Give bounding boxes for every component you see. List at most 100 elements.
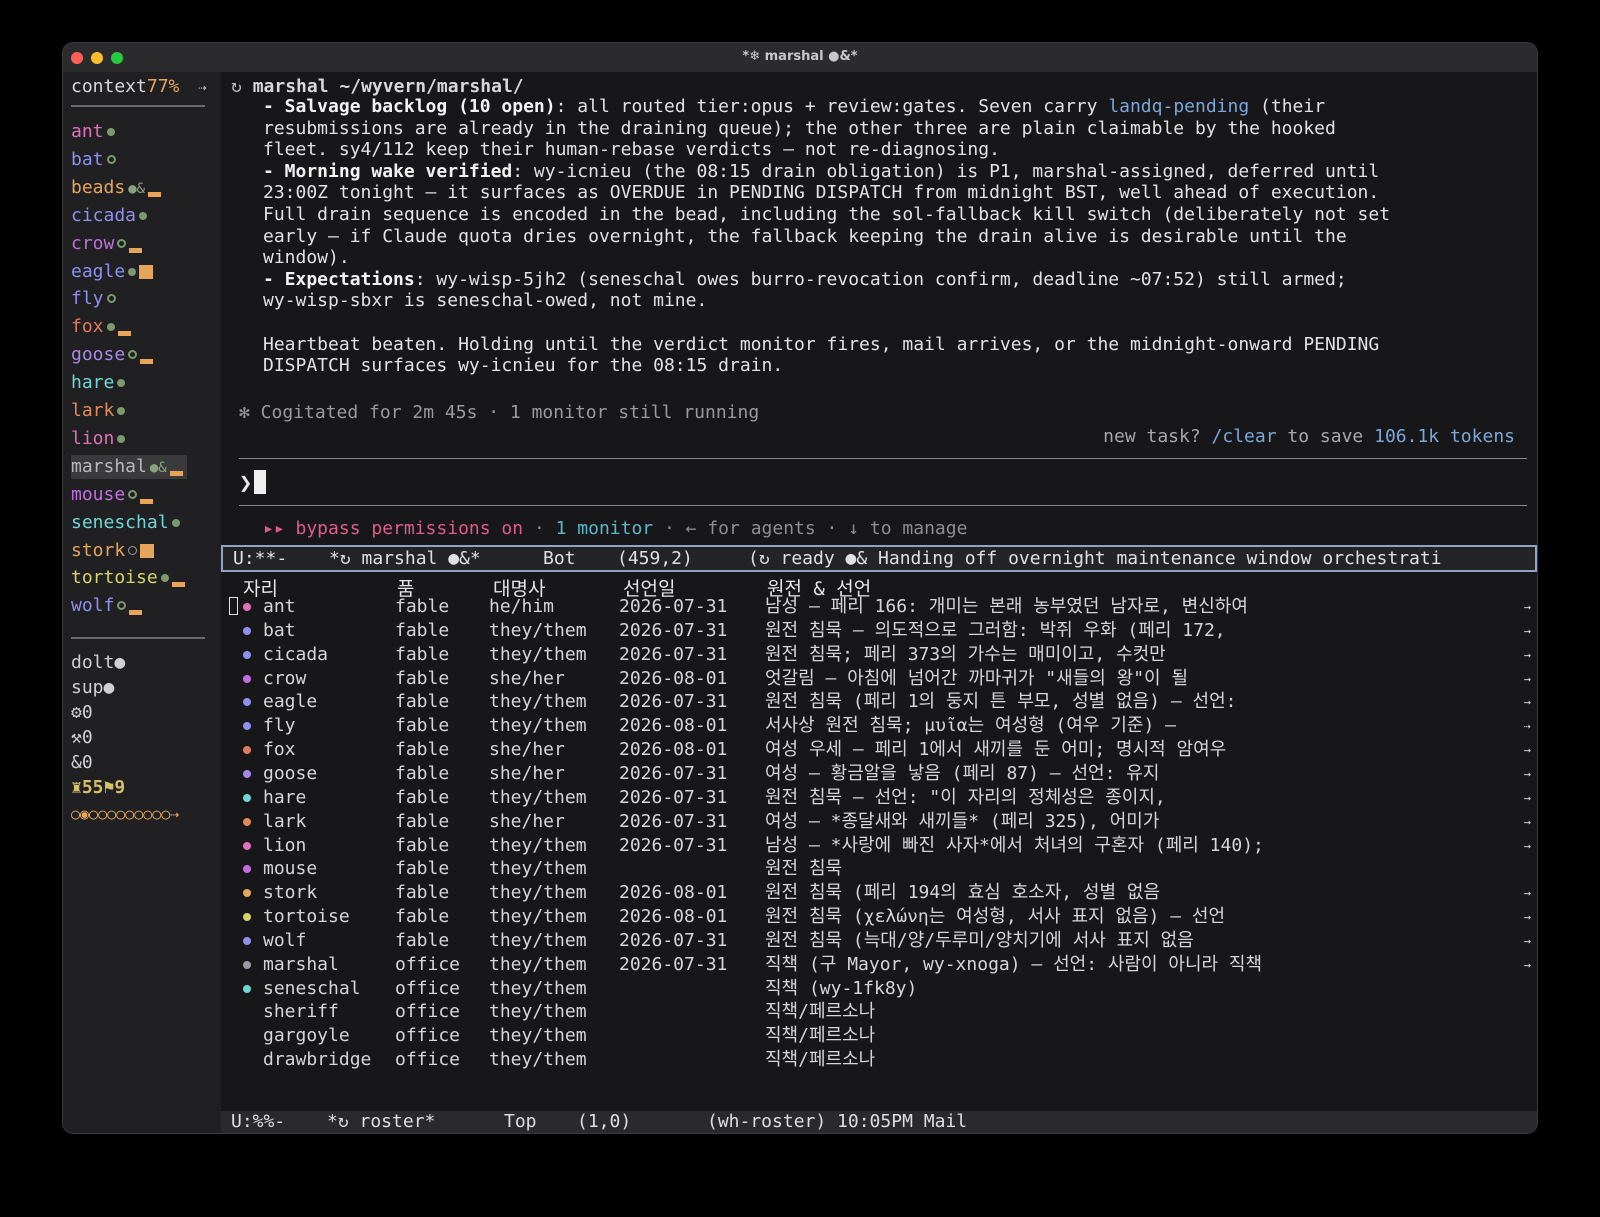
utility-item[interactable]: ⚙0 [71, 702, 93, 723]
monitor-count[interactable]: 1 monitor [556, 518, 654, 539]
seat-date: 2026-07-31 [619, 596, 728, 617]
seat-pronoun: they/them [489, 834, 587, 856]
agent-name: seneschal [71, 511, 169, 533]
bullet-text: : wy-wisp-5jh2 (seneschal owes burro-rev… [263, 268, 1347, 312]
sidebar-agent-beads[interactable]: beads ●& [71, 176, 162, 200]
clear-command[interactable]: /clear [1212, 426, 1277, 447]
seat-source-note: 원전 침묵 (늑대/양/두루미/양치기에 서사 표지 없음 [765, 929, 1194, 951]
seat-pronoun: they/them [489, 882, 587, 904]
bottom-buffer[interactable]: *↻ roster* [327, 1111, 435, 1133]
agent-name: mouse [71, 483, 126, 505]
sidebar-agent-fox[interactable]: fox [71, 315, 131, 339]
sidebar-agent-ant[interactable]: ant [71, 120, 115, 144]
utility-item[interactable]: ⚒0 [71, 727, 93, 748]
truncation-arrow-icon: → [1523, 814, 1531, 829]
seat-kind: fable [395, 786, 450, 808]
roster-row[interactable]: cicada fable they/them 2026-07-31 원전 침묵; 페리 … [221, 643, 1537, 667]
seat-date: 2026-07-31 [619, 786, 728, 808]
seat-kind: fable [395, 906, 450, 928]
keyboard-hints: · ← for agents · ↓ to manage [653, 518, 968, 539]
roster-row[interactable]: seneschal office they/them 직책 (wy-1fk8y) [221, 977, 1537, 1001]
modeline-buffer[interactable]: *↻ marshal ●&* [329, 547, 481, 570]
prompt-input[interactable]: ❯ [239, 470, 267, 496]
roster-row[interactable]: drawbridge office they/them 직책/페르소나 [221, 1048, 1537, 1072]
roster-row[interactable]: lark fable she/her 2026-07-31 여성 — *종달새와 새끼들… [221, 810, 1537, 834]
seat-source-note: 원전 침묵 [765, 858, 843, 880]
sidebar-agent-crow[interactable]: crow [71, 232, 143, 256]
sidebar-agent-lark[interactable]: lark [71, 399, 126, 423]
seat-date: 2026-07-31 [619, 834, 728, 856]
seat-name: cicada [263, 643, 329, 665]
seat-status-dot-icon [243, 674, 251, 683]
seat-date: 2026-07-31 [619, 762, 728, 784]
seat-kind: fable [395, 667, 450, 689]
roster-row[interactable]: mouse fable they/them 원전 침묵 [221, 857, 1537, 881]
sidebar-agent-marshal[interactable]: marshal ●& [71, 454, 187, 479]
sidebar-agent-mouse[interactable]: mouse [71, 483, 154, 507]
sidebar-agent-eagle[interactable]: eagle [71, 260, 154, 284]
roster-row[interactable]: bat fable they/them 2026-07-31 원전 침묵 — 의도적으로… [221, 619, 1537, 643]
sidebar-agent-lion[interactable]: lion [71, 427, 126, 451]
seat-source-note: 원전 침묵 (χελώνη는 여성형, 서사 표지 없음) — 선언 [765, 906, 1226, 928]
seat-date: 2026-07-31 [619, 929, 728, 951]
new-task-mid: to save [1276, 426, 1375, 447]
busy-mark-icon: ●& [149, 459, 167, 476]
utility-item[interactable]: dolt● [71, 652, 125, 673]
roster-row[interactable]: marshal office they/them 2026-07-31 직책 (구 Ma… [221, 953, 1537, 977]
sidebar-agent-fly[interactable]: fly [71, 287, 116, 311]
status-ring-icon [128, 545, 138, 555]
roster-row[interactable]: lion fable they/them 2026-07-31 남성 — *사랑에 빠진… [221, 834, 1537, 858]
sidebar-agent-tortoise[interactable]: tortoise [71, 566, 185, 590]
roster-row[interactable]: gargoyle office they/them 직책/페르소나 [221, 1024, 1537, 1048]
utility-item[interactable]: sup● [71, 677, 114, 698]
truncation-arrow-icon: → [1523, 695, 1531, 710]
truncation-arrow-icon: → [1523, 910, 1531, 925]
seat-name: stork [263, 882, 318, 904]
sidebar-agent-goose[interactable]: goose [71, 343, 154, 367]
roster-row[interactable]: crow fable she/her 2026-08-01 엇갈림 — 아침에 넘어간 … [221, 667, 1537, 691]
roster-row[interactable]: stork fable they/them 2026-08-01 원전 침묵 (페리 1… [221, 881, 1537, 905]
seat-name: drawbridge [263, 1049, 372, 1071]
sidebar-agent-stork[interactable]: stork [71, 539, 155, 563]
context-percent: 77% [146, 76, 180, 97]
busy-mark-icon: ●& [128, 180, 146, 197]
bullet-heading: - Salvage backlog (10 open) [263, 96, 556, 117]
roster-row[interactable]: fox fable she/her 2026-08-01 여성 우세 — 페리 1에서 … [221, 738, 1537, 762]
agent-name: wolf [71, 595, 115, 617]
cogitated-status: ✻ Cogitated for 2m 45s · 1 monitor still… [239, 402, 760, 423]
roster-row[interactable]: eagle fable they/them 2026-07-31 원전 침묵 (페리 1… [221, 690, 1537, 714]
seat-date: 2026-08-01 [619, 667, 728, 689]
rook-flag-counter: ♜55⚑9 [71, 777, 126, 798]
bottom-state: U:%%- [231, 1111, 286, 1132]
permissions-status: ▸▸ bypass permissions on · 1 monitor · ←… [263, 518, 967, 539]
bypass-permissions-label[interactable]: ▸▸ bypass permissions on [263, 518, 523, 539]
roster-row[interactable]: ant fable he/him 2026-07-31 남성 — 페리 166: 개미는… [221, 595, 1537, 619]
seat-pronoun: he/him [489, 596, 555, 617]
roster-row[interactable]: fly fable they/them 2026-08-01 서사상 원전 침묵; μυ… [221, 714, 1537, 738]
roster-row[interactable]: tortoise fable they/them 2026-08-01 원전 침묵 (χ… [221, 905, 1537, 929]
truncation-arrow-icon: → [1523, 838, 1531, 853]
sidebar-agent-hare[interactable]: hare [71, 371, 126, 395]
seat-name: lark [263, 810, 307, 832]
sidebar-agent-bat[interactable]: bat [71, 148, 116, 172]
pane-name: marshal [252, 76, 329, 97]
roster-row[interactable]: wolf fable they/them 2026-07-31 원전 침묵 (늑대/양/… [221, 929, 1537, 953]
truncation-arrow-icon: → [1523, 933, 1531, 948]
seat-name: hare [263, 786, 307, 808]
seat-kind: fable [395, 715, 450, 737]
utility-item[interactable]: &0 [71, 752, 93, 773]
transcript-bullet: - Expectations: wy-wisp-5jh2 (seneschal … [263, 269, 1347, 312]
seat-source-note: 서사상 원전 침묵; μυῖα는 여성형 (여우 기준) — [765, 715, 1176, 737]
sidebar-agent-seneschal[interactable]: seneschal [71, 511, 180, 535]
roster-row[interactable]: goose fable she/her 2026-07-31 여성 — 황금알을 낳음 … [221, 762, 1537, 786]
session-dots[interactable]: ○◉○○○○○○○○○⇢ [71, 805, 179, 823]
roster-row[interactable]: hare fable they/them 2026-07-31 원전 침묵 — 선언: … [221, 786, 1537, 810]
sidebar-agent-wolf[interactable]: wolf [71, 594, 143, 618]
roster-row[interactable]: sheriff office they/them 직책/페르소나 [221, 1000, 1537, 1024]
sidebar-agent-cicada[interactable]: cicada [71, 204, 148, 228]
status-ring-icon [106, 294, 116, 304]
seat-pronoun: they/them [489, 643, 587, 665]
seat-source-note: 원전 침묵; 페리 373의 가수는 매미이고, 수컷만 [765, 643, 1166, 665]
seat-source-note: 원전 침묵 — 선언: "이 자리의 정체성은 종이지, [765, 786, 1166, 808]
label-link[interactable]: landq-pending [1108, 96, 1249, 117]
